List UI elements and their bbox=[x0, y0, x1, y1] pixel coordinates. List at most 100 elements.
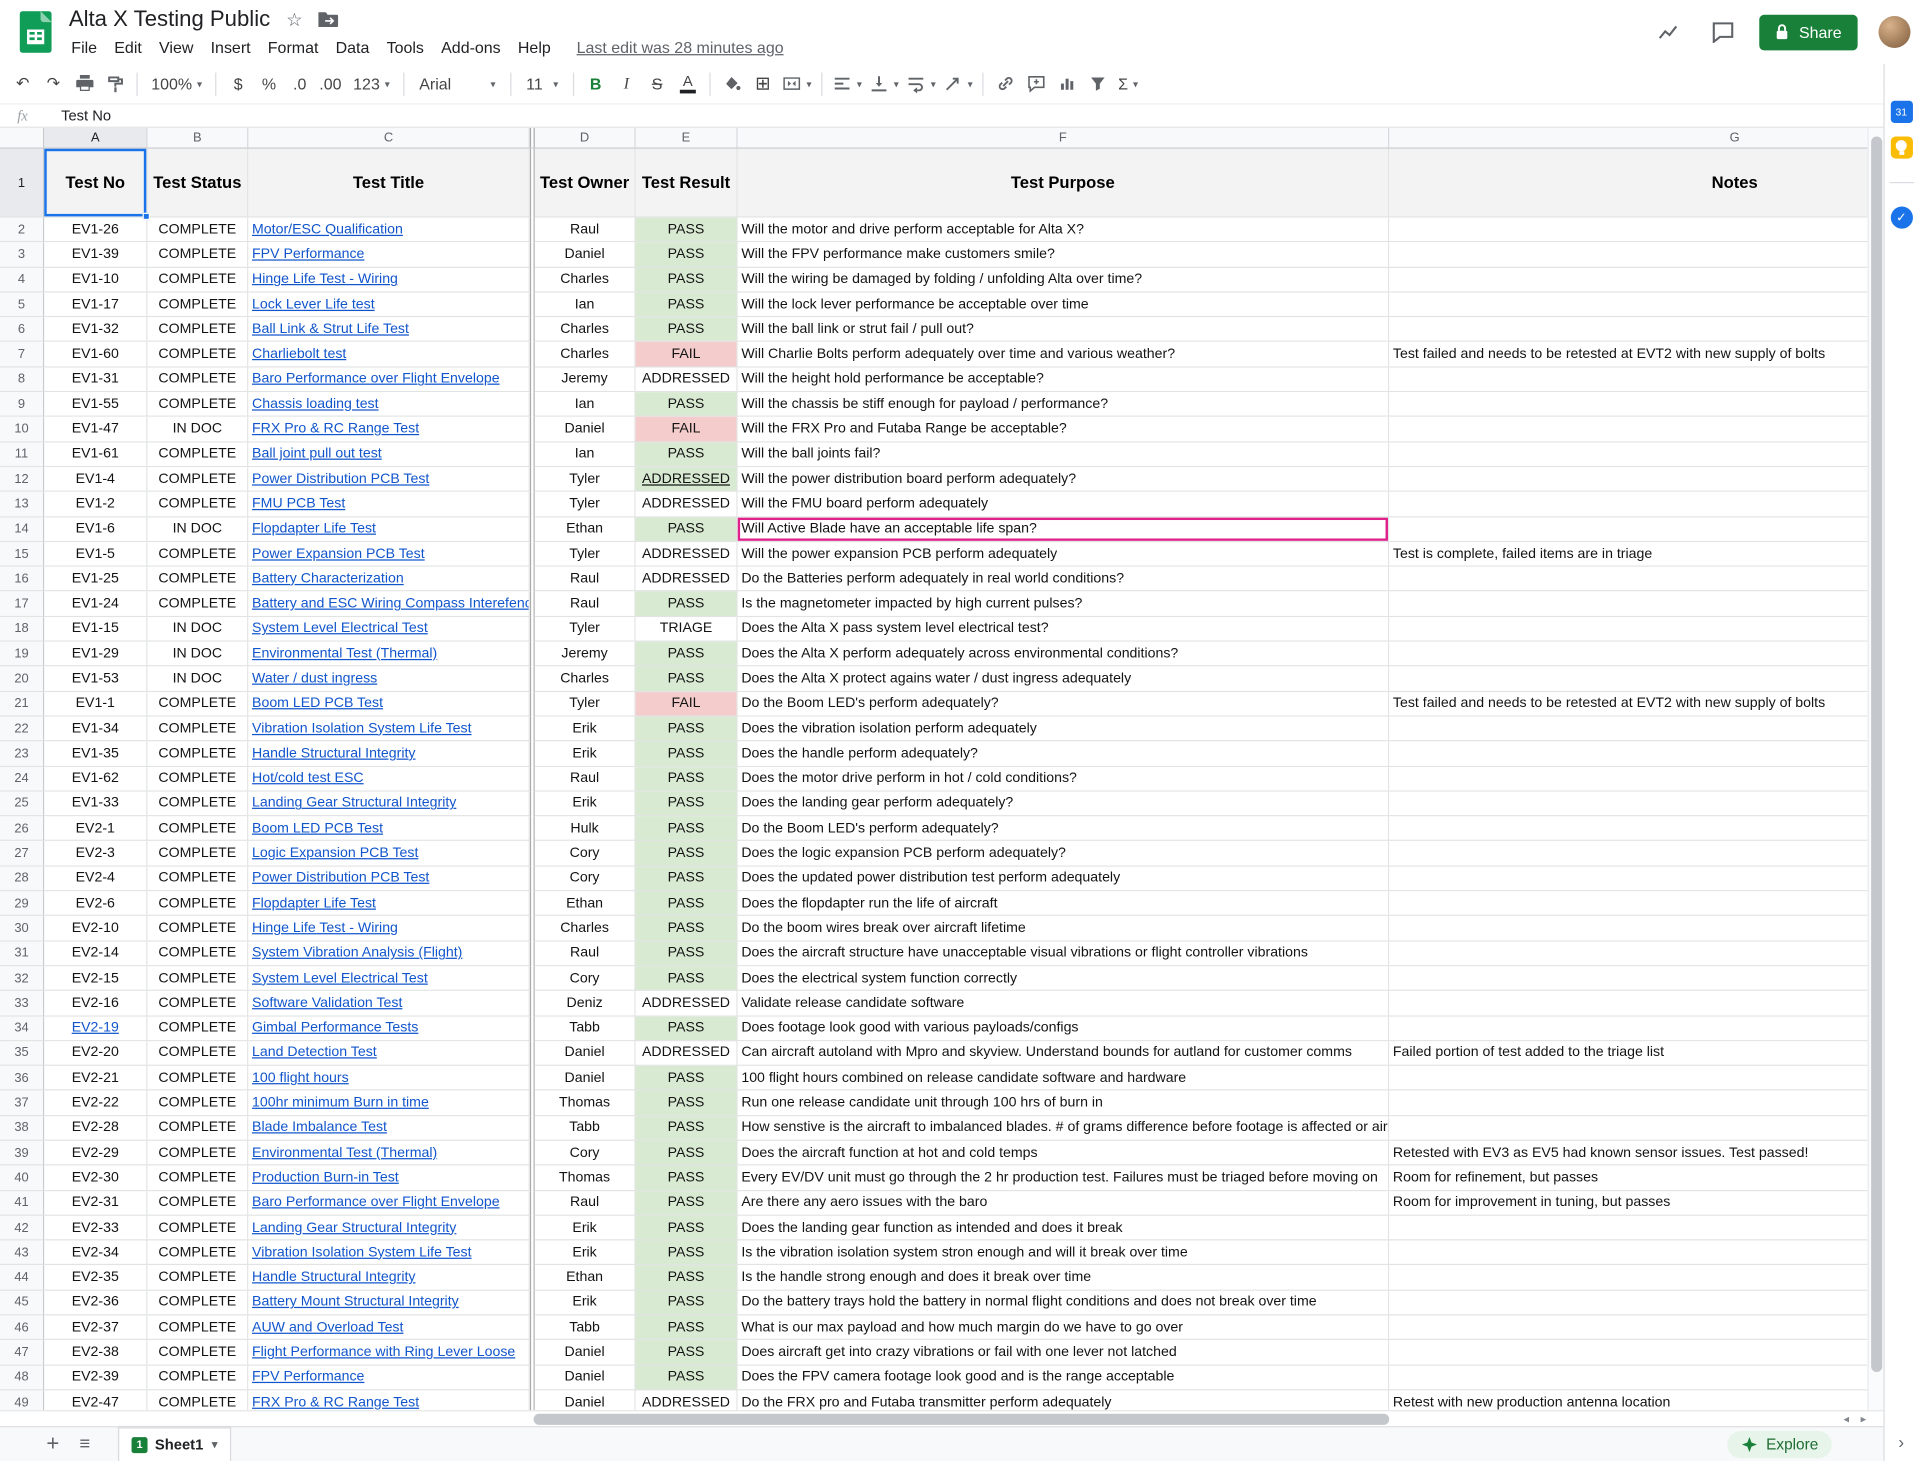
cell-G47[interactable] bbox=[1389, 1340, 1867, 1365]
cell-C37[interactable]: 100hr minimum Burn in time bbox=[248, 1091, 530, 1116]
cell-E38[interactable]: PASS bbox=[636, 1116, 738, 1141]
cell-G49[interactable]: Retest with new production antenna locat… bbox=[1389, 1390, 1867, 1410]
row-number[interactable]: 10 bbox=[0, 417, 44, 442]
cell-A33[interactable]: EV2-16 bbox=[44, 991, 147, 1016]
cell-C10[interactable]: FRX Pro & RC Range Test bbox=[248, 417, 530, 442]
cell-C46[interactable]: AUW and Overload Test bbox=[248, 1316, 530, 1341]
cell-E43[interactable]: PASS bbox=[636, 1241, 738, 1266]
row-number[interactable]: 18 bbox=[0, 617, 44, 642]
cell-G33[interactable] bbox=[1389, 991, 1867, 1016]
side-panel-collapse-icon[interactable]: › bbox=[1898, 1432, 1904, 1452]
cell-D45[interactable]: Erik bbox=[535, 1291, 636, 1316]
cell-F9[interactable]: Will the chassis be stiff enough for pay… bbox=[738, 392, 1390, 417]
cell-G35[interactable]: Failed portion of test added to the tria… bbox=[1389, 1041, 1867, 1066]
cell-F26[interactable]: Do the Boom LED's perform adequately? bbox=[738, 816, 1390, 841]
cell-C26[interactable]: Boom LED PCB Test bbox=[248, 816, 530, 841]
horizontal-scrollbar[interactable]: ◂ ▸ bbox=[0, 1410, 1883, 1426]
menu-tools[interactable]: Tools bbox=[378, 37, 433, 55]
cell-E40[interactable]: PASS bbox=[636, 1166, 738, 1191]
cell-F4[interactable]: Will the wiring be damaged by folding / … bbox=[738, 268, 1390, 293]
cell-D18[interactable]: Tyler bbox=[535, 617, 636, 642]
cell-E45[interactable]: PASS bbox=[636, 1291, 738, 1316]
horizontal-align-button[interactable]: ▾ bbox=[829, 69, 866, 99]
cell-E31[interactable]: PASS bbox=[636, 941, 738, 966]
last-edit-link[interactable]: Last edit was 28 minutes ago bbox=[577, 37, 784, 55]
cell-G39[interactable]: Retested with EV3 as EV5 had known senso… bbox=[1389, 1141, 1867, 1166]
header-cell-D[interactable]: Test Owner bbox=[535, 149, 636, 218]
cell-F44[interactable]: Is the handle strong enough and does it … bbox=[738, 1266, 1390, 1291]
cell-C18[interactable]: System Level Electrical Test bbox=[248, 617, 530, 642]
all-sheets-button[interactable]: ≡ bbox=[69, 1429, 101, 1459]
cell-G11[interactable] bbox=[1389, 442, 1867, 467]
row-number[interactable]: 20 bbox=[0, 667, 44, 692]
cell-E4[interactable]: PASS bbox=[636, 268, 738, 293]
row-number[interactable]: 22 bbox=[0, 717, 44, 742]
cell-E16[interactable]: ADDRESSED bbox=[636, 567, 738, 592]
cell-F27[interactable]: Does the logic expansion PCB perform ade… bbox=[738, 841, 1390, 866]
cell-D9[interactable]: Ian bbox=[535, 392, 636, 417]
cell-A3[interactable]: EV1-39 bbox=[44, 243, 147, 268]
cell-B47[interactable]: COMPLETE bbox=[148, 1340, 249, 1365]
cell-D7[interactable]: Charles bbox=[535, 342, 636, 367]
cell-A7[interactable]: EV1-60 bbox=[44, 342, 147, 367]
cell-F16[interactable]: Do the Batteries perform adequately in r… bbox=[738, 567, 1390, 592]
cell-D12[interactable]: Tyler bbox=[535, 467, 636, 492]
cell-G17[interactable] bbox=[1389, 592, 1867, 617]
cell-B30[interactable]: COMPLETE bbox=[148, 916, 249, 941]
cell-C43[interactable]: Vibration Isolation System Life Test bbox=[248, 1241, 530, 1266]
cell-D28[interactable]: Cory bbox=[535, 866, 636, 891]
decrease-decimals-button[interactable]: .0 bbox=[284, 69, 315, 99]
cell-D41[interactable]: Raul bbox=[535, 1191, 636, 1216]
user-avatar[interactable] bbox=[1879, 16, 1911, 48]
cell-A40[interactable]: EV2-30 bbox=[44, 1166, 147, 1191]
cell-E44[interactable]: PASS bbox=[636, 1266, 738, 1291]
cell-E3[interactable]: PASS bbox=[636, 243, 738, 268]
cell-F35[interactable]: Can aircraft autoland with Mpro and skyv… bbox=[738, 1041, 1390, 1066]
row-number[interactable]: 16 bbox=[0, 567, 44, 592]
cell-C41[interactable]: Baro Performance over Flight Envelope bbox=[248, 1191, 530, 1216]
insert-link-button[interactable] bbox=[990, 69, 1021, 99]
row-number[interactable]: 23 bbox=[0, 742, 44, 767]
cell-A39[interactable]: EV2-29 bbox=[44, 1141, 147, 1166]
row-number[interactable]: 6 bbox=[0, 317, 44, 342]
cell-E25[interactable]: PASS bbox=[636, 792, 738, 817]
cell-B13[interactable]: COMPLETE bbox=[148, 492, 249, 517]
cell-B49[interactable]: COMPLETE bbox=[148, 1390, 249, 1410]
cell-G12[interactable] bbox=[1389, 467, 1867, 492]
cell-G27[interactable] bbox=[1389, 841, 1867, 866]
cell-E42[interactable]: PASS bbox=[636, 1216, 738, 1241]
cell-F33[interactable]: Validate release candidate software bbox=[738, 991, 1390, 1016]
cell-D8[interactable]: Jeremy bbox=[535, 367, 636, 392]
cell-F18[interactable]: Does the Alta X pass system level electr… bbox=[738, 617, 1390, 642]
cell-B23[interactable]: COMPLETE bbox=[148, 742, 249, 767]
cell-E13[interactable]: ADDRESSED bbox=[636, 492, 738, 517]
cell-B46[interactable]: COMPLETE bbox=[148, 1316, 249, 1341]
cell-D42[interactable]: Erik bbox=[535, 1216, 636, 1241]
header-cell-F[interactable]: Test Purpose bbox=[738, 149, 1390, 218]
cell-E10[interactable]: FAIL bbox=[636, 417, 738, 442]
cell-E19[interactable]: PASS bbox=[636, 642, 738, 667]
row-number[interactable]: 4 bbox=[0, 268, 44, 293]
cell-G42[interactable] bbox=[1389, 1216, 1867, 1241]
cell-F5[interactable]: Will the lock lever performance be accep… bbox=[738, 292, 1390, 317]
cell-G41[interactable]: Room for improvement in tuning, but pass… bbox=[1389, 1191, 1867, 1216]
cell-A29[interactable]: EV2-6 bbox=[44, 891, 147, 916]
cell-B8[interactable]: COMPLETE bbox=[148, 367, 249, 392]
row-number[interactable]: 47 bbox=[0, 1340, 44, 1365]
row-number[interactable]: 25 bbox=[0, 792, 44, 817]
cell-A34[interactable]: EV2-19 bbox=[44, 1016, 147, 1041]
cell-C23[interactable]: Handle Structural Integrity bbox=[248, 742, 530, 767]
cell-D2[interactable]: Raul bbox=[535, 218, 636, 243]
cell-B43[interactable]: COMPLETE bbox=[148, 1241, 249, 1266]
cell-B26[interactable]: COMPLETE bbox=[148, 816, 249, 841]
cell-D14[interactable]: Ethan bbox=[535, 517, 636, 542]
cell-A21[interactable]: EV1-1 bbox=[44, 692, 147, 717]
cell-D40[interactable]: Thomas bbox=[535, 1166, 636, 1191]
cell-A20[interactable]: EV1-53 bbox=[44, 667, 147, 692]
cell-B3[interactable]: COMPLETE bbox=[148, 243, 249, 268]
cell-C21[interactable]: Boom LED PCB Test bbox=[248, 692, 530, 717]
cell-F3[interactable]: Will the FPV performance make customers … bbox=[738, 243, 1390, 268]
cell-G9[interactable] bbox=[1389, 392, 1867, 417]
share-button[interactable]: Share bbox=[1760, 14, 1858, 50]
row-number[interactable]: 21 bbox=[0, 692, 44, 717]
